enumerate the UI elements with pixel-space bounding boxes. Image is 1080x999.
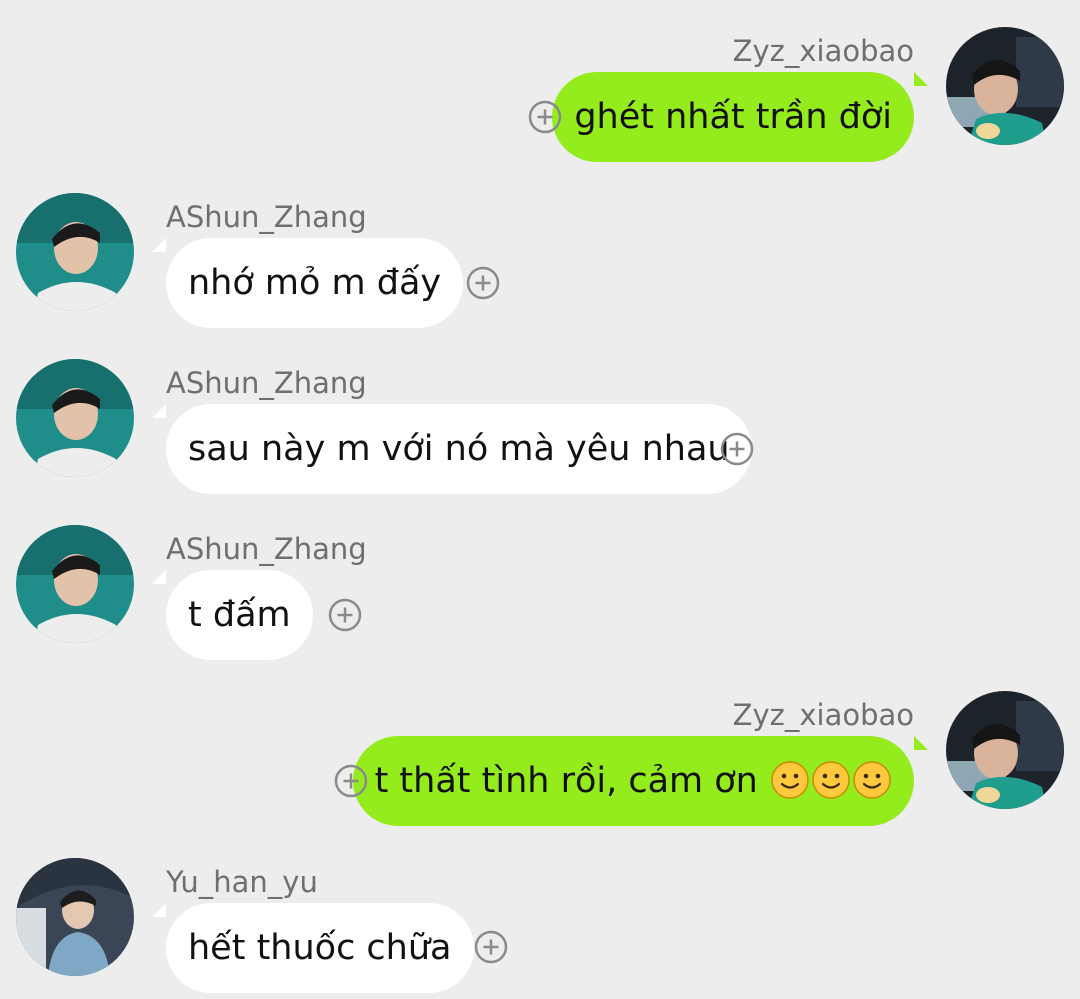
bubble-tail — [152, 404, 166, 418]
message-bubble[interactable]: sau này m với nó mà yêu nhau — [166, 404, 752, 494]
slightly-smiling-face-icon — [852, 744, 892, 799]
avatar[interactable] — [16, 359, 134, 477]
sender-name: AShun_Zhang — [166, 532, 367, 566]
sender-name: AShun_Zhang — [166, 200, 367, 234]
avatar[interactable] — [16, 525, 134, 643]
plus-circle-icon[interactable] — [328, 598, 362, 632]
plus-circle-icon[interactable] — [466, 266, 500, 300]
sender-name: Zyz_xiaobao — [732, 34, 914, 68]
slightly-smiling-face-icon — [770, 744, 810, 799]
bubble-tail — [914, 72, 928, 86]
message-bubble[interactable]: t đấm — [166, 570, 313, 660]
plus-circle-icon[interactable] — [528, 100, 562, 134]
plus-circle-icon[interactable] — [720, 432, 754, 466]
slightly-smiling-face-icon — [811, 744, 851, 799]
avatar[interactable] — [16, 858, 134, 976]
sender-name: AShun_Zhang — [166, 366, 367, 400]
plus-circle-icon[interactable] — [474, 930, 508, 964]
sender-name: Zyz_xiaobao — [732, 698, 914, 732]
bubble-tail — [152, 903, 166, 917]
message-bubble[interactable]: ghét nhất trần đời — [552, 72, 914, 162]
avatar[interactable] — [946, 691, 1064, 809]
avatar[interactable] — [16, 193, 134, 311]
bubble-tail — [914, 736, 928, 750]
message-bubble[interactable]: t thất tình rồi, cảm ơn — [352, 736, 914, 826]
message-text: t thất tình rồi, cảm ơn — [374, 761, 758, 801]
message-bubble[interactable]: hết thuốc chữa — [166, 903, 474, 993]
avatar[interactable] — [946, 27, 1064, 145]
bubble-tail — [152, 238, 166, 252]
bubble-tail — [152, 570, 166, 584]
plus-circle-icon[interactable] — [334, 764, 368, 798]
sender-name: Yu_han_yu — [166, 865, 318, 899]
message-bubble[interactable]: nhớ mỏ m đấy — [166, 238, 464, 328]
